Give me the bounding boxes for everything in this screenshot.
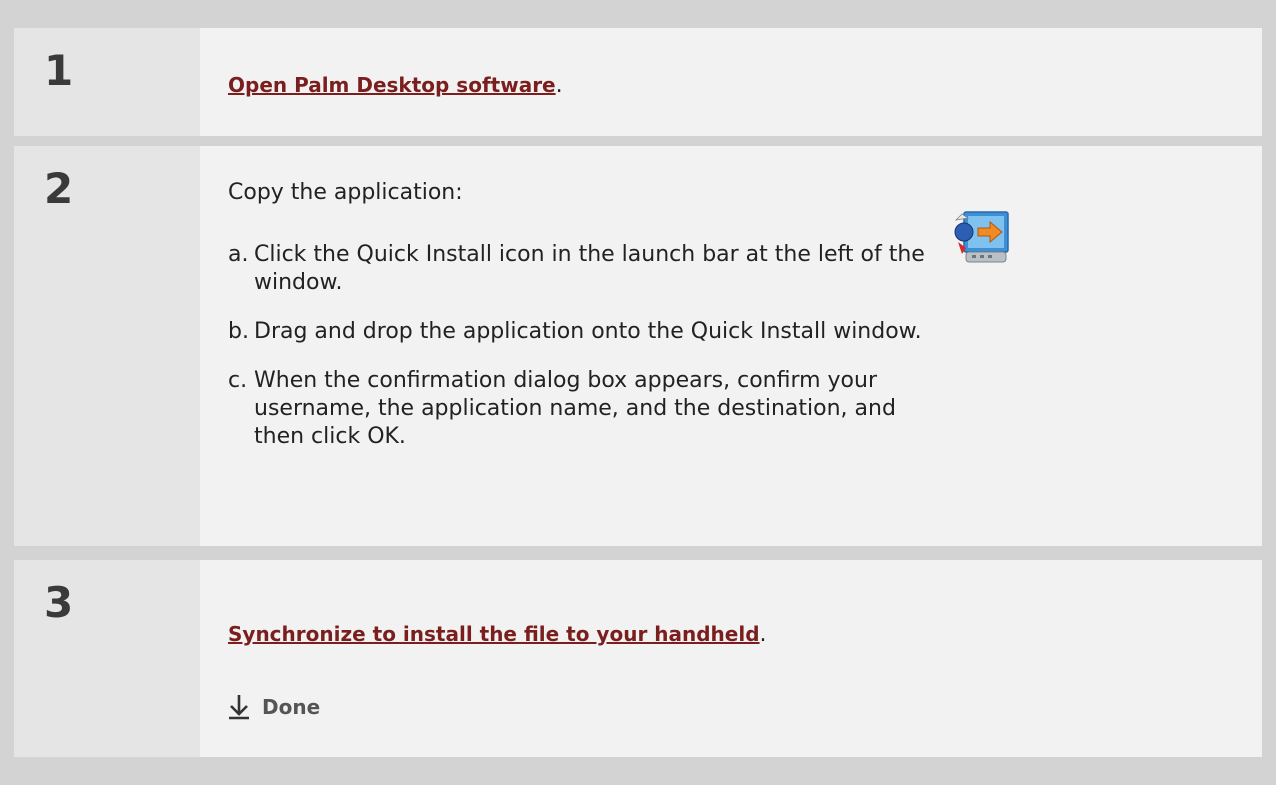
- down-arrow-icon: [229, 695, 249, 720]
- substep-text: Click the Quick Install icon in the laun…: [254, 242, 925, 295]
- substep-text: Drag and drop the application onto the Q…: [254, 319, 922, 344]
- quick-install-icon: [954, 211, 1009, 263]
- step-3-line: Synchronize to install the file to your …: [228, 622, 767, 647]
- step-number-cell: 3: [14, 560, 200, 757]
- step-2-intro: Copy the application:: [228, 180, 463, 205]
- substep-text: When the confirmation dialog box appears…: [254, 368, 896, 449]
- link-suffix: .: [759, 622, 767, 647]
- open-palm-desktop-link[interactable]: Open Palm Desktop software: [228, 73, 556, 97]
- step-content: Synchronize to install the file to your …: [200, 560, 1262, 757]
- step-content: Open Palm Desktop software.: [200, 28, 1262, 136]
- step-number-cell: 1: [14, 28, 200, 136]
- substep-letter: b.: [228, 319, 249, 344]
- synchronize-link[interactable]: Synchronize to install the file to your …: [228, 622, 760, 646]
- substep-letter: c.: [228, 368, 248, 393]
- step-number: 1: [44, 46, 74, 95]
- substep: b. Drag and drop the application onto th…: [228, 318, 928, 346]
- link-suffix: .: [555, 73, 563, 98]
- done-label: Done: [262, 695, 321, 719]
- substep: a. Click the Quick Install icon in the l…: [228, 241, 928, 297]
- step-content: Copy the application: a. Click the Quick…: [200, 146, 1262, 546]
- step-row-3: 3 Synchronize to install the file to you…: [14, 560, 1262, 757]
- step-number: 3: [44, 578, 74, 627]
- substep-list: a. Click the Quick Install icon in the l…: [228, 241, 928, 472]
- step-row-1: 1 Open Palm Desktop software.: [14, 28, 1262, 136]
- step-row-2: 2 Copy the application: a. Click the Qui…: [14, 146, 1262, 546]
- step-number-cell: 2: [14, 146, 200, 546]
- step-number: 2: [44, 164, 74, 213]
- done-marker: Done: [228, 694, 320, 720]
- procedure-table: 1 Open Palm Desktop software. 2 Copy the…: [14, 14, 1262, 771]
- step-1-line: Open Palm Desktop software.: [228, 73, 563, 98]
- substep: c. When the confirmation dialog box appe…: [228, 367, 928, 451]
- substep-letter: a.: [228, 242, 249, 267]
